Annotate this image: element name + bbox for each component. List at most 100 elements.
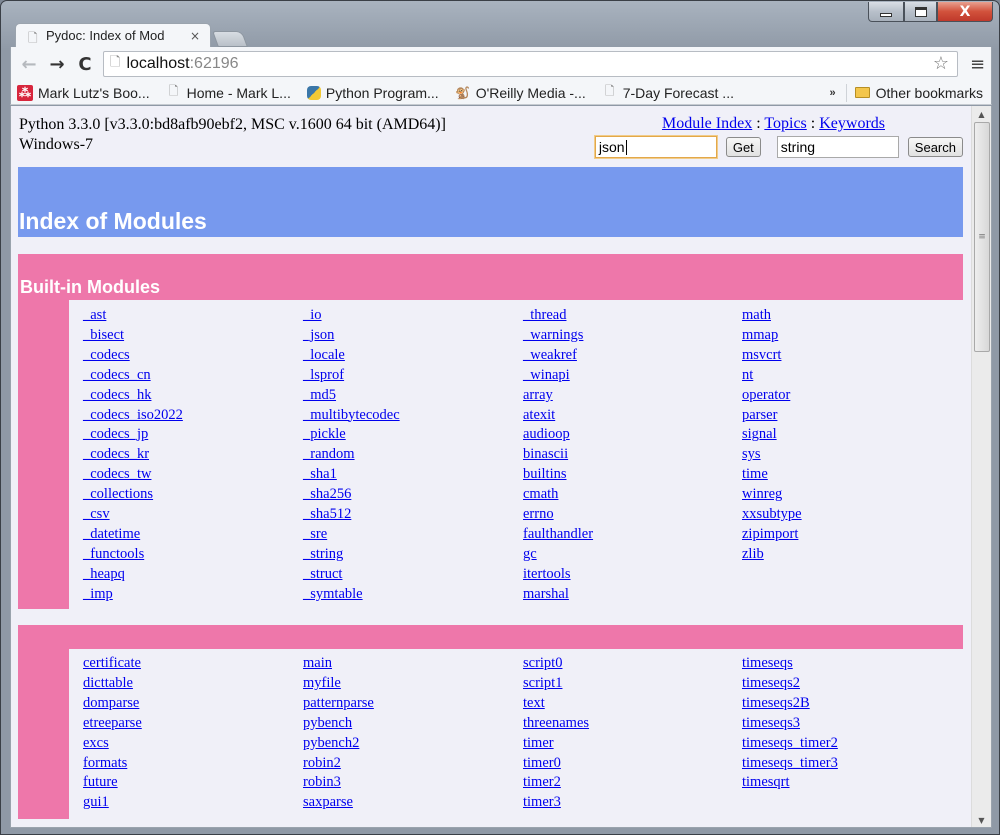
module-link[interactable]: _random — [303, 445, 523, 465]
module-link[interactable]: _sre — [303, 525, 523, 545]
module-link[interactable]: saxparse — [303, 793, 523, 813]
bookmark-python-programming[interactable]: Python Program... — [306, 85, 439, 101]
module-link[interactable]: patternparse — [303, 694, 523, 714]
module-link[interactable]: msvcrt — [742, 346, 962, 366]
module-link[interactable]: timeseqs_timer2 — [742, 734, 962, 754]
module-link[interactable]: time — [742, 465, 962, 485]
module-link[interactable]: xxsubtype — [742, 505, 962, 525]
module-link[interactable]: _lsprof — [303, 366, 523, 386]
module-link[interactable]: timer2 — [523, 773, 742, 793]
module-link[interactable]: mmap — [742, 326, 962, 346]
module-link[interactable]: text — [523, 694, 742, 714]
topics-link[interactable]: Topics — [764, 115, 806, 132]
module-link[interactable]: timeseqs2 — [742, 674, 962, 694]
chrome-menu-icon[interactable]: ≡ — [970, 54, 985, 75]
module-link[interactable]: itertools — [523, 565, 742, 585]
module-link[interactable]: _sha1 — [303, 465, 523, 485]
module-link[interactable]: signal — [742, 425, 962, 445]
module-link[interactable]: robin3 — [303, 773, 523, 793]
bookmark-7-day-forecast[interactable]: 🗋 7-Day Forecast ... — [602, 84, 734, 101]
module-link[interactable]: timeseqs2B — [742, 694, 962, 714]
module-link[interactable]: sys — [742, 445, 962, 465]
module-link[interactable]: _pickle — [303, 425, 523, 445]
search-input[interactable]: string — [776, 136, 899, 158]
module-link[interactable]: gui1 — [83, 793, 303, 813]
search-button[interactable]: Search — [907, 137, 963, 157]
module-link[interactable]: timeseqs3 — [742, 714, 962, 734]
back-button[interactable]: ← — [15, 51, 43, 77]
module-link[interactable]: _ast — [83, 306, 303, 326]
module-link[interactable]: nt — [742, 366, 962, 386]
module-link[interactable]: dicttable — [83, 674, 303, 694]
module-link[interactable]: script1 — [523, 674, 742, 694]
module-link[interactable]: _codecs_kr — [83, 445, 303, 465]
module-link[interactable]: pybench — [303, 714, 523, 734]
module-link[interactable]: array — [523, 386, 742, 406]
module-link[interactable]: timer3 — [523, 793, 742, 813]
module-link[interactable]: future — [83, 773, 303, 793]
module-link[interactable]: cmath — [523, 485, 742, 505]
module-link[interactable]: _winapi — [523, 366, 742, 386]
module-link[interactable]: errno — [523, 505, 742, 525]
module-link[interactable]: _string — [303, 545, 523, 565]
module-link[interactable]: etreeparse — [83, 714, 303, 734]
module-link[interactable]: _codecs_iso2022 — [83, 406, 303, 426]
module-link[interactable]: _thread — [523, 306, 742, 326]
module-link[interactable]: gc — [523, 545, 742, 565]
scroll-down-arrow-icon[interactable]: ▼ — [972, 812, 991, 827]
module-link[interactable]: _heapq — [83, 565, 303, 585]
close-window-button[interactable]: X — [937, 2, 993, 22]
module-link[interactable]: _codecs_cn — [83, 366, 303, 386]
module-link[interactable]: zlib — [742, 545, 962, 565]
module-link[interactable]: _collections — [83, 485, 303, 505]
module-link[interactable]: _io — [303, 306, 523, 326]
module-link[interactable]: myfile — [303, 674, 523, 694]
module-link[interactable]: marshal — [523, 585, 742, 605]
reload-button[interactable]: C — [71, 51, 99, 77]
bookmark-star-icon[interactable]: ☆ — [933, 53, 949, 74]
bookmark-home-mark-l[interactable]: 🗋 Home - Mark L... — [166, 84, 291, 101]
module-link[interactable]: _datetime — [83, 525, 303, 545]
forward-button[interactable]: → — [43, 51, 71, 77]
module-link[interactable]: operator — [742, 386, 962, 406]
module-link[interactable]: timer0 — [523, 754, 742, 774]
module-link[interactable]: atexit — [523, 406, 742, 426]
other-bookmarks-folder[interactable]: Other bookmarks — [854, 85, 983, 101]
maximize-button[interactable] — [904, 2, 937, 22]
module-link[interactable]: _csv — [83, 505, 303, 525]
module-link[interactable]: _json — [303, 326, 523, 346]
module-link[interactable]: threenames — [523, 714, 742, 734]
module-link[interactable]: _codecs_hk — [83, 386, 303, 406]
bookmark-mark-lutz[interactable]: ⁂ Mark Lutz's Boo... — [17, 84, 150, 101]
module-link[interactable]: _multibytecodec — [303, 406, 523, 426]
module-link[interactable]: timesqrt — [742, 773, 962, 793]
module-link[interactable]: _warnings — [523, 326, 742, 346]
scrollbar-thumb[interactable]: ≡ — [974, 122, 990, 352]
module-link[interactable]: _sha256 — [303, 485, 523, 505]
bookmark-oreilly-media[interactable]: 🐒 O'Reilly Media -... — [455, 85, 586, 101]
bookmarks-overflow-chevron-icon[interactable]: » — [830, 87, 836, 99]
module-link[interactable]: _locale — [303, 346, 523, 366]
module-link[interactable]: _functools — [83, 545, 303, 565]
module-link[interactable]: faulthandler — [523, 525, 742, 545]
module-link[interactable]: binascii — [523, 445, 742, 465]
scroll-up-arrow-icon[interactable]: ▲ — [972, 106, 991, 122]
module-link[interactable]: _sha512 — [303, 505, 523, 525]
vertical-scrollbar[interactable]: ▲ ≡ ▼ — [971, 106, 991, 827]
module-link[interactable]: _codecs_jp — [83, 425, 303, 445]
module-link[interactable]: formats — [83, 754, 303, 774]
module-link[interactable]: builtins — [523, 465, 742, 485]
minimize-button[interactable] — [868, 2, 904, 22]
module-link[interactable]: timeseqs — [742, 654, 962, 674]
module-index-link[interactable]: Module Index — [662, 115, 752, 132]
module-link[interactable]: _imp — [83, 585, 303, 605]
module-link[interactable]: _codecs_tw — [83, 465, 303, 485]
module-link[interactable]: _md5 — [303, 386, 523, 406]
module-link[interactable]: robin2 — [303, 754, 523, 774]
module-link[interactable]: math — [742, 306, 962, 326]
module-link[interactable]: _weakref — [523, 346, 742, 366]
module-link[interactable]: audioop — [523, 425, 742, 445]
close-tab-icon[interactable]: × — [190, 29, 200, 43]
module-link[interactable]: script0 — [523, 654, 742, 674]
module-link[interactable]: _bisect — [83, 326, 303, 346]
